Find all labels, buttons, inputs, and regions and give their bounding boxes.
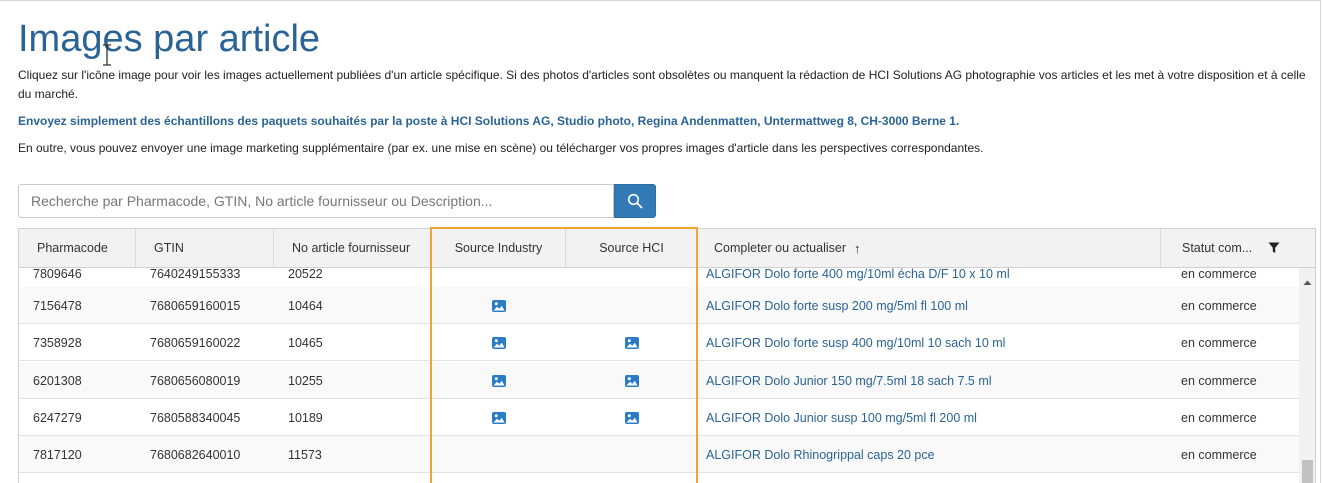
description-link[interactable]: ALGIFOR Dolo Junior susp 100 mg/5ml fl 2…	[698, 399, 1161, 436]
column-header-label: No article fournisseur	[292, 241, 411, 255]
table-row[interactable]: 7817120 7680682640010 11573 ALGIFOR Dolo Rh…	[19, 436, 1299, 473]
image-icon[interactable]	[625, 374, 639, 387]
scrollbar-thumb[interactable]	[1302, 460, 1313, 483]
description-link[interactable]: ALGIFOR Dolo Junior 150 mg/7.5ml 18 sach…	[698, 362, 1161, 399]
table-row[interactable]: 7358928 7680659160022 10465 ALGIFOR Dolo fo…	[19, 324, 1299, 361]
gtin-cell: 7680682640010	[150, 447, 241, 462]
source-hci-cell	[566, 362, 698, 399]
send-samples-text: Envoyez simplement des échantillons des …	[18, 114, 960, 128]
source-industry-cell	[432, 287, 566, 324]
table-row[interactable]: 6247279 7680588340045 10189 ALGIFOR Dolo Ju…	[19, 399, 1299, 436]
supplier-no-cell: 10189	[288, 410, 323, 425]
column-header-status[interactable]: Statut com...	[1161, 229, 1315, 267]
pharmacode-cell: 7156478	[33, 298, 82, 313]
gtin-cell: 7680659160022	[150, 335, 241, 350]
gtin-cell: 7680659160015	[150, 298, 241, 313]
column-header-description[interactable]: Completer ou actualiser ↑	[698, 229, 1161, 267]
image-icon[interactable]	[625, 411, 639, 424]
supplier-no-cell: 11573	[288, 447, 322, 462]
gtin-cell: 7680588340045	[150, 410, 241, 425]
pharmacode-cell: 7817120	[33, 447, 82, 462]
scroll-up-button[interactable]	[1299, 274, 1315, 290]
status-cell: en commerce	[1181, 447, 1257, 462]
column-header-supplier-no[interactable]: No article fournisseur	[274, 229, 432, 267]
sort-ascending-icon: ↑	[854, 240, 861, 256]
grid-header: Pharmacode GTIN No article fournisseur S…	[19, 229, 1315, 268]
column-header-label: Source Industry	[454, 241, 543, 255]
marketing-text: En outre, vous pouvez envoyer une image …	[18, 141, 984, 155]
image-icon[interactable]	[492, 374, 506, 387]
pharmacode-cell: 6201308	[33, 373, 82, 388]
text-cursor-icon	[103, 44, 111, 66]
description-link[interactable]: ALGIFOR Dolo forte susp 400 mg/10ml 10 s…	[698, 324, 1161, 361]
scroll-up-icon	[1303, 280, 1312, 285]
source-hci-cell	[566, 287, 698, 324]
source-industry-cell	[432, 436, 566, 473]
table-row[interactable]: 7156478 7680659160015 10464 ALGIFOR Dolo fo…	[19, 287, 1299, 324]
column-header-label: Source HCI	[599, 241, 664, 255]
page-title: Images par article	[18, 18, 321, 60]
column-header-source-hci[interactable]: Source HCI	[566, 229, 698, 267]
image-icon[interactable]	[492, 299, 506, 312]
column-header-pharmacode[interactable]: Pharmacode	[19, 229, 136, 267]
image-icon[interactable]	[625, 336, 639, 349]
source-industry-cell	[432, 324, 566, 361]
description-link[interactable]: ALGIFOR Dolo Rhinogrippal caps 20 pce	[698, 436, 1161, 473]
column-header-gtin[interactable]: GTIN	[136, 229, 274, 267]
status-cell: en commerce	[1181, 335, 1257, 350]
search-icon	[627, 193, 643, 209]
source-hci-cell	[566, 399, 698, 436]
table-row[interactable]: 6201308 7680656080019 10255 ALGIFOR Dolo Ju…	[19, 362, 1299, 399]
column-header-label: GTIN	[154, 241, 184, 255]
supplier-no-cell: 10465	[288, 335, 323, 350]
column-header-label: Pharmacode	[37, 241, 108, 255]
image-icon[interactable]	[492, 336, 506, 349]
description-link[interactable]: ALGIFOR Dolo forte susp 200 mg/5ml fl 10…	[698, 287, 1161, 324]
search-bar	[18, 184, 668, 218]
pharmacode-cell: 6247279	[33, 410, 82, 425]
column-header-label: Statut com...	[1182, 241, 1253, 255]
vertical-scrollbar[interactable]	[1299, 268, 1315, 483]
source-hci-cell	[566, 436, 698, 473]
pharmacode-cell: 7358928	[33, 335, 82, 350]
column-header-label: Completer ou actualiser	[714, 241, 847, 255]
supplier-no-cell: 10255	[288, 373, 323, 388]
articles-grid: Pharmacode GTIN No article fournisseur S…	[18, 228, 1316, 483]
search-button[interactable]	[614, 184, 656, 218]
source-hci-cell	[566, 324, 698, 361]
source-industry-cell	[432, 399, 566, 436]
status-cell: en commerce	[1181, 410, 1257, 425]
column-header-source-industry[interactable]: Source Industry	[432, 229, 566, 267]
image-icon[interactable]	[492, 411, 506, 424]
source-industry-cell	[432, 362, 566, 399]
grid-body: 7809646 7640249155333 20522 ALGIFOR Dolo fo…	[19, 268, 1299, 483]
gtin-cell: 7680656080019	[150, 373, 241, 388]
status-cell: en commerce	[1181, 298, 1257, 313]
supplier-no-cell: 10464	[288, 298, 323, 313]
intro-text: Cliquez sur l'icône image pour voir les …	[18, 68, 1306, 101]
status-cell: en commerce	[1181, 373, 1257, 388]
search-input[interactable]	[18, 184, 614, 218]
filter-icon[interactable]	[1268, 242, 1280, 254]
